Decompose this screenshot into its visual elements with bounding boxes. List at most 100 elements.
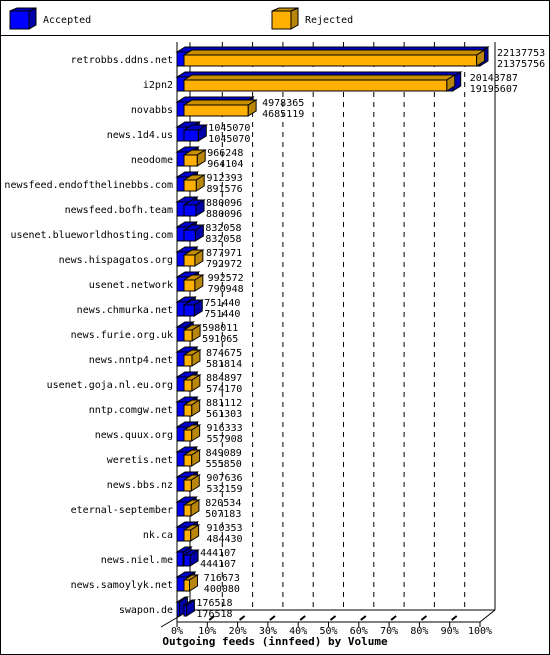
category-label: news.niel.me [101, 555, 173, 566]
legend-swatch-accepted [9, 7, 37, 30]
bar-rejected-front [183, 54, 478, 67]
bar-rejected-front [183, 204, 197, 217]
legend-label-accepted: Accepted [43, 15, 91, 26]
bar-rejected-top [182, 49, 487, 56]
bar-rejected-front [183, 379, 193, 392]
value-label-accepted: 966248 [207, 148, 243, 159]
category-label: news.nntp4.net [89, 355, 173, 366]
legend-swatch-rejected [271, 7, 299, 30]
category-label: news.chmurka.net [77, 305, 173, 316]
category-label: news.samoylyk.net [71, 580, 173, 591]
value-label-rejected: 790948 [208, 284, 244, 295]
value-label-accepted: 881112 [206, 398, 242, 409]
bar-rejected [182, 124, 209, 142]
value-label-accepted: 884897 [206, 373, 242, 384]
value-label-accepted: 916333 [207, 423, 243, 434]
value-label-rejected: 444107 [200, 559, 236, 570]
value-label-accepted: 176518 [196, 598, 232, 609]
category-label: newsfeed.endofthelinebbs.com [4, 180, 173, 191]
bar-rejected-front [183, 179, 197, 192]
x-tick-label: 100% [468, 626, 492, 637]
value-label-rejected: 792972 [206, 259, 242, 270]
category-label: neodome [131, 155, 173, 166]
value-label-accepted: 880096 [206, 198, 242, 209]
category-label: news.furie.org.uk [71, 330, 173, 341]
category-label: eternal-september [71, 505, 173, 516]
value-label-accepted: 1045070 [208, 123, 250, 134]
value-label-rejected: 1045070 [208, 134, 250, 145]
value-label-rejected: 751440 [204, 309, 240, 320]
value-label-rejected: 400080 [204, 584, 240, 595]
value-label-accepted: 820534 [205, 498, 241, 509]
value-label-rejected: 964104 [207, 159, 243, 170]
bar-rejected-front [183, 254, 196, 267]
value-label-rejected: 880096 [206, 209, 242, 220]
bar-rejected-front [183, 104, 249, 117]
category-label: news.bbs.nz [107, 480, 173, 491]
value-label-rejected: 484430 [206, 534, 242, 545]
value-label-accepted: 907636 [206, 473, 242, 484]
value-label-rejected: 581814 [206, 359, 242, 370]
bar-accepted-front [176, 551, 184, 567]
value-label-accepted: 598011 [202, 323, 238, 334]
value-label-accepted: 832058 [205, 223, 241, 234]
category-label: usenet.blueworldhosting.com [10, 230, 173, 241]
bar-rejected [182, 74, 457, 92]
bar-rejected-front [183, 454, 193, 467]
category-label: usenet.goja.nl.eu.org [47, 380, 173, 391]
category-label: weretis.net [107, 455, 173, 466]
x-tick-depth [238, 615, 246, 621]
floor-right-edge [479, 609, 496, 623]
x-tick-depth [360, 615, 367, 621]
bar-rejected-front [183, 404, 193, 417]
value-label-rejected: 507183 [205, 509, 241, 520]
category-label: i2pn2 [143, 80, 173, 91]
value-label-rejected: 557908 [207, 434, 243, 445]
value-label-rejected: 574170 [206, 384, 242, 395]
bar-rejected-front [183, 304, 195, 317]
x-tick-depth [420, 615, 428, 621]
value-label-accepted: 877971 [206, 248, 242, 259]
value-label-rejected: 21375756 [497, 59, 545, 70]
bar-chart: Accepted Rejected retrobbs.ddns.net i2pn2… [4, 7, 545, 648]
category-label: news.hispagatos.org [59, 255, 173, 266]
value-label-accepted: 910353 [206, 523, 242, 534]
value-label-accepted: 874675 [206, 348, 242, 359]
category-label: news.quux.org [95, 430, 173, 441]
bar-rejected-top [182, 74, 457, 81]
value-label-accepted: 20143787 [470, 73, 518, 84]
bar-rejected-front [183, 279, 196, 292]
bar-rejected-front [183, 479, 192, 492]
category-label: usenet.network [89, 280, 173, 291]
value-label-rejected: 561303 [206, 409, 242, 420]
bar-rejected-front [183, 504, 192, 517]
category-label: swapon.de [119, 605, 173, 616]
bar-rejected-front [183, 129, 199, 142]
value-label-accepted: 4978365 [262, 98, 304, 109]
value-label-accepted: 444107 [200, 548, 236, 559]
bar-rejected-front [183, 554, 191, 567]
x-tick-label: 80% [410, 626, 428, 637]
value-label-accepted: 751440 [204, 298, 240, 309]
bar-rejected [182, 99, 258, 117]
bar-rejected-front [183, 579, 190, 592]
bar-rejected-front [183, 604, 187, 617]
value-label-rejected: 832058 [205, 234, 241, 245]
category-label: novabbs [131, 105, 173, 116]
bar-accepted-front [176, 601, 180, 617]
value-label-rejected: 555850 [206, 459, 242, 470]
legend-item-accepted: Accepted [9, 7, 91, 30]
category-label: nntp.comgw.net [89, 405, 173, 416]
value-labels: 2213775321375756201437871919560749783654… [196, 48, 545, 620]
category-label: nk.ca [143, 530, 173, 541]
category-label: newsfeed.bofh.team [65, 205, 173, 216]
bar-rejected-front [183, 354, 193, 367]
bar-rejected-front [183, 154, 198, 167]
gridlines [221, 42, 466, 610]
value-label-accepted: 849089 [206, 448, 242, 459]
value-label-rejected: 591065 [202, 334, 238, 345]
bar-rejected-front [183, 229, 196, 242]
legend-label-rejected: Rejected [305, 15, 353, 26]
x-tick-depth [329, 615, 337, 621]
legend: Accepted Rejected [9, 7, 353, 30]
